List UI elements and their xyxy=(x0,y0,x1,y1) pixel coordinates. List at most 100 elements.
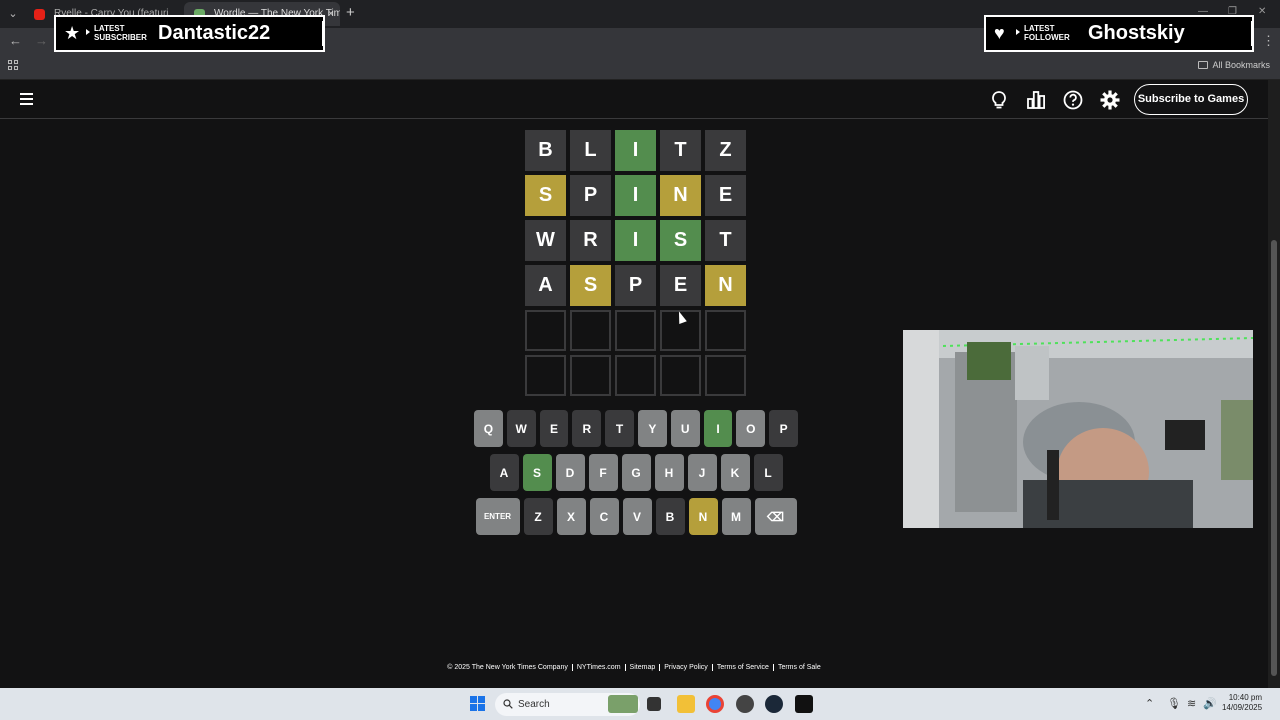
board-tile: R xyxy=(570,220,611,261)
key-c[interactable]: C xyxy=(589,498,619,535)
board-tile: T xyxy=(660,130,701,171)
footer-link[interactable]: Privacy Policy xyxy=(660,664,713,671)
backspace-key[interactable]: ⌫ xyxy=(754,498,797,535)
search-icon xyxy=(503,699,513,709)
overlay-accent xyxy=(322,21,325,46)
board-tile xyxy=(705,310,746,351)
youtube-icon xyxy=(34,9,45,20)
new-tab-button[interactable]: + xyxy=(346,4,355,21)
board-tile xyxy=(525,310,566,351)
steam-icon[interactable] xyxy=(765,695,783,713)
board-tile: W xyxy=(525,220,566,261)
key-w[interactable]: W xyxy=(506,410,536,447)
key-t[interactable]: T xyxy=(605,410,634,447)
board-tile: S xyxy=(570,265,611,306)
enter-key[interactable]: ENTER xyxy=(475,498,520,535)
key-p[interactable]: P xyxy=(769,410,798,447)
key-k[interactable]: K xyxy=(720,454,750,491)
board-tile: L xyxy=(570,130,611,171)
key-j[interactable]: J xyxy=(687,454,717,491)
board-tile: Z xyxy=(705,130,746,171)
key-h[interactable]: H xyxy=(654,454,684,491)
keyboard-row: QWERTYUIOP xyxy=(474,410,798,447)
taskbar-clock[interactable]: 10:40 pm 14/09/2025 xyxy=(1222,693,1262,713)
latest-follower-overlay: ♥ LATEST FOLLOWER Ghostskiy xyxy=(984,15,1254,52)
board-tile xyxy=(525,355,566,396)
hint-lightbulb-icon[interactable] xyxy=(988,89,1010,111)
key-b[interactable]: B xyxy=(655,498,685,535)
board-tile xyxy=(570,310,611,351)
hamburger-menu-icon[interactable] xyxy=(20,93,34,105)
tab-search-chevron-icon[interactable]: ⌄ xyxy=(4,6,22,22)
microphone-icon[interactable]: 🎙 xyxy=(1167,697,1181,710)
board-row: WRIST xyxy=(525,220,746,261)
key-a[interactable]: A xyxy=(489,454,519,491)
page-scrollbar[interactable] xyxy=(1268,80,1280,688)
board-tile: N xyxy=(660,175,701,216)
clock-date: 14/09/2025 xyxy=(1222,703,1263,712)
forward-icon[interactable]: → xyxy=(35,33,48,48)
footer-link[interactable]: NYTimes.com xyxy=(572,664,626,671)
key-d[interactable]: D xyxy=(555,454,585,491)
board-tile xyxy=(570,355,611,396)
webcam-feed xyxy=(903,330,1253,528)
apps-grid-icon[interactable] xyxy=(8,60,20,72)
key-n[interactable]: N xyxy=(688,498,718,535)
key-i[interactable]: I xyxy=(703,410,733,447)
board-row: ASPEN xyxy=(525,265,746,306)
menu-kebab-icon[interactable]: ⋮ xyxy=(1262,33,1275,49)
github-icon[interactable] xyxy=(736,695,754,713)
call-of-duty-icon[interactable] xyxy=(795,695,813,713)
board-tile: B xyxy=(525,130,566,171)
heart-icon: ♥ xyxy=(994,23,1005,43)
key-g[interactable]: G xyxy=(621,454,651,491)
search-highlight-icon xyxy=(608,695,638,713)
key-f[interactable]: F xyxy=(588,454,618,491)
scrollbar-thumb[interactable] xyxy=(1271,240,1277,676)
help-icon[interactable] xyxy=(1062,89,1084,111)
task-view-icon[interactable] xyxy=(647,697,661,711)
overlay-accent xyxy=(1251,21,1254,46)
key-x[interactable]: X xyxy=(556,498,586,535)
board-tile xyxy=(660,355,701,396)
subscriber-name: Dantastic22 xyxy=(158,22,271,44)
key-s[interactable]: S xyxy=(522,454,552,491)
key-l[interactable]: L xyxy=(753,454,783,491)
board-tile: T xyxy=(705,220,746,261)
close-window-icon[interactable]: ✕ xyxy=(1258,6,1266,17)
key-y[interactable]: Y xyxy=(638,410,667,447)
file-explorer-icon[interactable] xyxy=(677,695,695,713)
key-e[interactable]: E xyxy=(539,410,569,447)
settings-gear-icon[interactable] xyxy=(1099,89,1121,111)
statistics-icon[interactable] xyxy=(1025,89,1047,111)
footer-link[interactable]: © 2025 The New York Times Company xyxy=(443,664,573,671)
key-m[interactable]: M xyxy=(721,498,751,535)
arrow-icon xyxy=(86,29,90,35)
close-tab-icon[interactable]: × xyxy=(328,2,334,26)
chrome-icon[interactable] xyxy=(706,695,724,713)
subscribe-to-games-button[interactable]: Subscribe to Games xyxy=(1134,84,1248,115)
board-tile: N xyxy=(705,265,746,306)
board-row: BLITZ xyxy=(525,130,746,171)
all-bookmarks-button[interactable]: All Bookmarks xyxy=(1198,60,1270,70)
board-tile: P xyxy=(570,175,611,216)
key-z[interactable]: Z xyxy=(523,498,553,535)
wifi-icon[interactable]: ≋ xyxy=(1187,697,1196,710)
tray-chevron-icon[interactable]: ⌃ xyxy=(1145,697,1154,710)
key-o[interactable]: O xyxy=(736,410,766,447)
footer-link[interactable]: Sitemap xyxy=(625,664,661,671)
key-v[interactable]: V xyxy=(622,498,652,535)
latest-subscriber-overlay: ★ LATEST SUBSCRIBER Dantastic22 xyxy=(54,15,325,52)
board-tile xyxy=(615,310,656,351)
volume-icon[interactable]: 🔊 xyxy=(1203,697,1217,710)
back-icon[interactable]: ← xyxy=(9,33,22,48)
footer-link[interactable]: Terms of Service xyxy=(712,664,774,671)
board-tile xyxy=(615,355,656,396)
key-q[interactable]: Q xyxy=(474,410,503,447)
on-screen-keyboard: Q W E R T Y U I O P A S D F G H J K L ENTER Z X C V B N M ⌫ xyxy=(474,410,798,542)
key-u[interactable]: U xyxy=(670,410,700,447)
key-r[interactable]: R xyxy=(572,410,602,447)
board-row xyxy=(525,355,746,396)
windows-start-icon[interactable] xyxy=(470,696,486,712)
footer-link[interactable]: Terms of Sale xyxy=(774,664,825,671)
